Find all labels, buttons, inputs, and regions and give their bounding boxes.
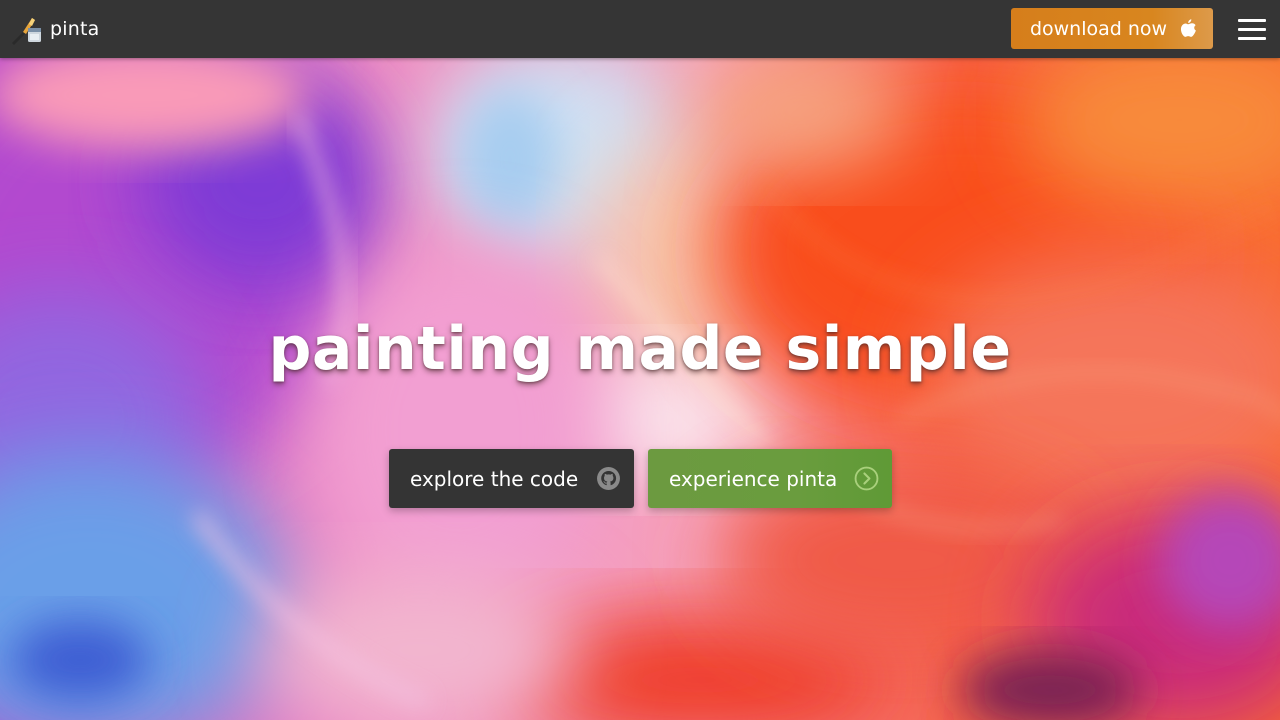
download-now-label: download now: [1029, 17, 1168, 40]
github-icon: [597, 467, 620, 490]
menu-line-bottom: [1238, 37, 1266, 40]
brand-name: pinta: [50, 18, 100, 40]
hero-headline: painting made simple: [268, 314, 1012, 384]
circle-chevron-right-icon: [854, 466, 879, 491]
pinta-paintbrush-logo-icon: [12, 18, 41, 45]
hero-actions: explore the code experience pinta: [0, 449, 1280, 508]
experience-pinta-button[interactable]: experience pinta: [648, 449, 892, 508]
hamburger-menu-icon[interactable]: [1232, 13, 1272, 45]
apple-icon: [1181, 18, 1196, 37]
experience-pinta-label: experience pinta: [669, 466, 838, 491]
top-navigation-bar: pinta download now: [0, 0, 1280, 58]
explore-the-code-button[interactable]: explore the code: [389, 449, 634, 508]
pinta-homepage: pinta download now painting made simple …: [0, 0, 1280, 720]
explore-the-code-label: explore the code: [410, 466, 579, 491]
menu-line-top: [1238, 19, 1266, 22]
menu-line-middle: [1238, 28, 1266, 31]
brand-home-link[interactable]: pinta: [10, 12, 99, 46]
download-now-button[interactable]: download now: [1011, 8, 1213, 49]
